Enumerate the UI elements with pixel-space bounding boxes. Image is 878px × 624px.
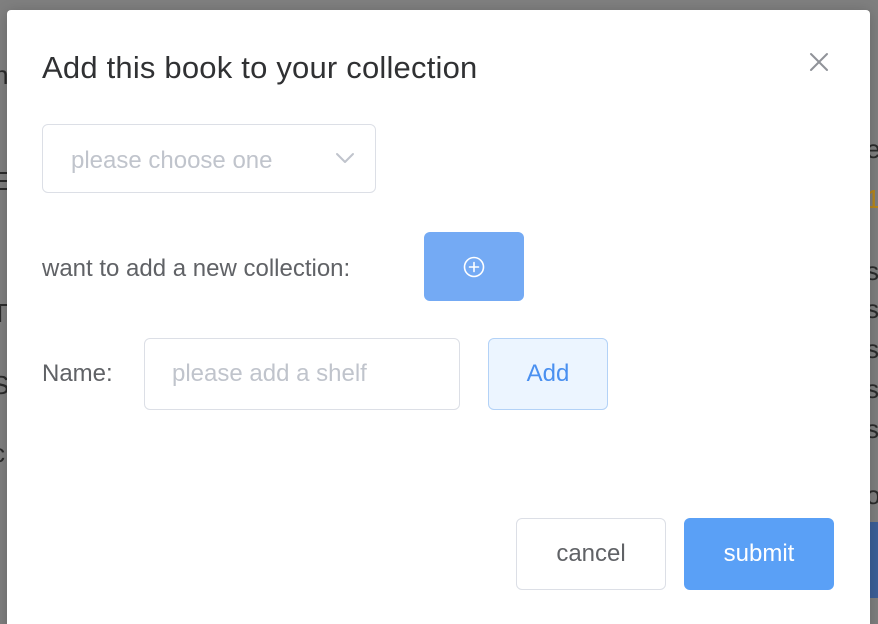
- plus-circle-icon: [463, 256, 485, 278]
- close-button[interactable]: [807, 50, 831, 74]
- submit-button[interactable]: submit: [684, 518, 834, 590]
- dialog-title: Add this book to your collection: [42, 50, 478, 85]
- collection-select[interactable]: please choose one: [42, 124, 376, 193]
- collection-select-placeholder: please choose one: [71, 147, 273, 174]
- close-icon: [810, 53, 828, 71]
- new-collection-label: want to add a new collection:: [42, 255, 351, 282]
- add-to-collection-dialog: Add this book to your collection please …: [7, 10, 870, 624]
- shelf-name-input[interactable]: [144, 338, 460, 410]
- cancel-button[interactable]: cancel: [516, 518, 666, 590]
- chevron-down-icon: [336, 153, 354, 163]
- background-text-fragment: c: [0, 440, 5, 466]
- new-collection-button[interactable]: [424, 232, 524, 301]
- shelf-name-label: Name:: [42, 360, 113, 387]
- add-shelf-button[interactable]: Add: [488, 338, 608, 410]
